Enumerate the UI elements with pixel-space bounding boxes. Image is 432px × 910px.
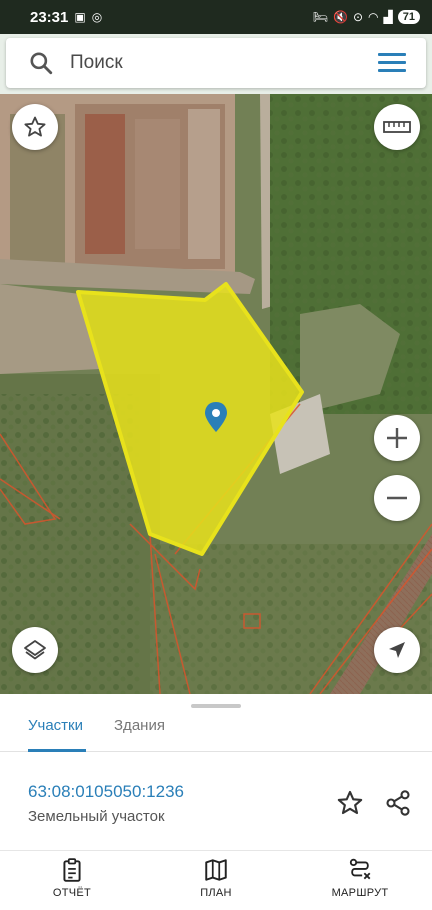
search-icon[interactable] [28, 50, 54, 76]
share-icon[interactable] [384, 789, 412, 817]
parcel-cadastral-number[interactable]: 63:08:0105050:1236 [28, 782, 184, 802]
layers-icon [24, 640, 46, 660]
map-view[interactable] [0, 94, 432, 694]
star-icon [24, 116, 46, 137]
map-icon [205, 859, 227, 881]
route-icon [349, 858, 371, 880]
screenshot-icon: ▣ [74, 10, 86, 24]
parcel-type: Земельный участок [28, 808, 165, 825]
search-bar[interactable] [6, 38, 426, 88]
drag-handle[interactable] [191, 704, 241, 708]
nav-route-label: МАРШРУТ [331, 887, 389, 899]
wifi-icon: ◠ [368, 10, 379, 24]
clipboard-icon [63, 858, 81, 882]
layers-button[interactable] [12, 627, 58, 673]
app-screen: 23:31 ▣ ◎ 🛏 🔇 ⊙ ◠ ▟ 71 Поиск Участки Зда… [0, 0, 432, 910]
nav-route[interactable]: МАРШРУТ [315, 857, 405, 899]
zoom-in-button[interactable] [374, 415, 420, 461]
ruler-button[interactable] [374, 104, 420, 150]
favorite-map-button[interactable] [12, 104, 58, 150]
whatsapp-icon: ◎ [91, 10, 103, 24]
battery-indicator: 71 [397, 10, 420, 24]
search-area [0, 34, 432, 94]
status-time: 23:31 [30, 8, 69, 26]
minus-icon [387, 496, 407, 500]
bottom-sheet: Участки Здания 63:08:0105050:1236 Земель… [0, 694, 432, 856]
nav-report-label: ОТЧЁТ [52, 887, 92, 899]
satellite-map [0, 94, 432, 694]
plus-icon [387, 428, 407, 448]
zoom-out-button[interactable] [374, 475, 420, 521]
bottom-navigation: ОТЧЁТ ПЛАН МАРШРУТ [0, 850, 432, 910]
nav-plan[interactable]: ПЛАН [171, 857, 261, 899]
status-bar: 23:31 ▣ ◎ 🛏 🔇 ⊙ ◠ ▟ 71 [0, 0, 432, 34]
mute-icon: 🔇 [333, 10, 348, 24]
my-location-button[interactable] [374, 627, 420, 673]
bed-icon: 🛏 [312, 10, 329, 24]
location-icon: ⊙ [352, 10, 364, 24]
menu-icon[interactable] [378, 53, 406, 73]
nav-plan-label: ПЛАН [200, 887, 232, 899]
sheet-tabs: Участки Здания [0, 714, 432, 752]
status-icons: 🛏 🔇 ⊙ ◠ ▟ 71 [313, 10, 420, 24]
nav-report[interactable]: ОТЧЁТ [27, 857, 117, 899]
tab-buildings[interactable]: Здания [114, 714, 165, 752]
ruler-icon [383, 121, 411, 133]
favorite-star-icon[interactable] [336, 789, 364, 817]
search-input[interactable] [70, 52, 350, 74]
tab-parcels[interactable]: Участки [28, 714, 86, 752]
navigation-arrow-icon [389, 642, 405, 658]
signal-icon: ▟ [383, 10, 393, 24]
